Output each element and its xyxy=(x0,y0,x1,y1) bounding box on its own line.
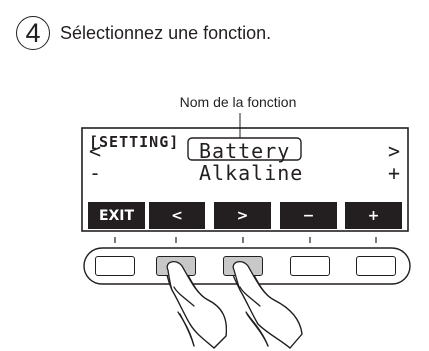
hands-overlay xyxy=(166,260,303,349)
hand-icon xyxy=(166,260,303,349)
